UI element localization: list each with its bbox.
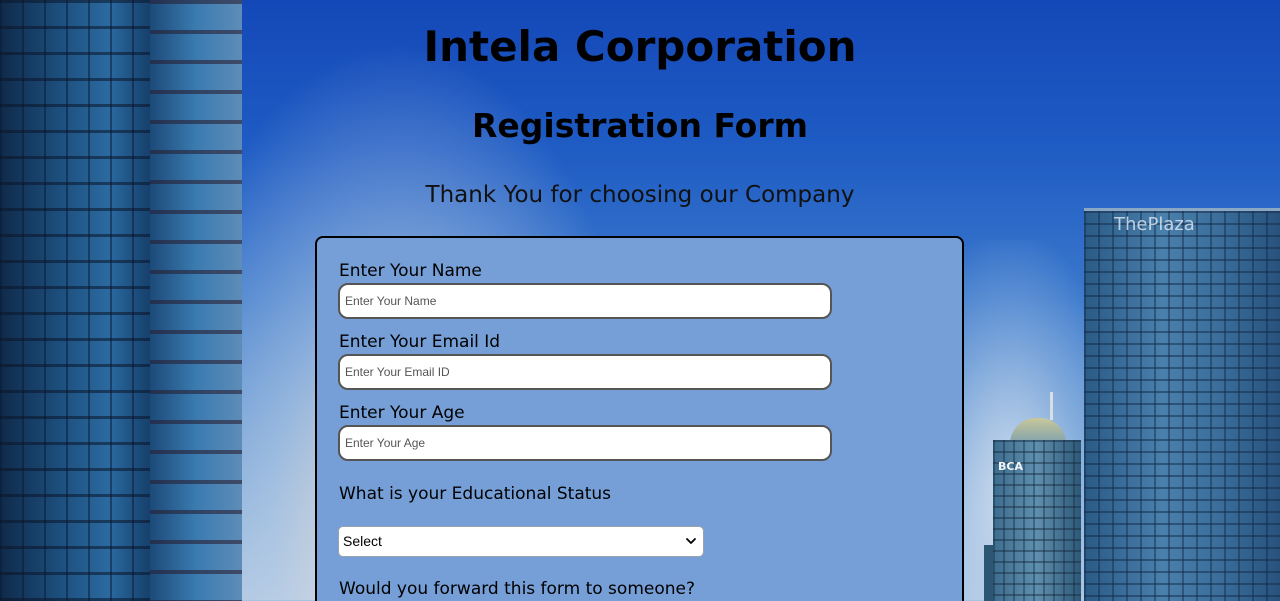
tower-antenna: [1050, 392, 1053, 420]
name-label: Enter Your Name: [339, 261, 482, 281]
tagline: Thank You for choosing our Company: [425, 182, 855, 208]
education-selected-value: Select: [343, 533, 382, 549]
chevron-down-icon: [686, 538, 696, 544]
registration-form: Enter Your Name Enter Your Email Id Ente…: [315, 236, 964, 601]
left-building-facade: [150, 0, 242, 601]
education-label: What is your Educational Status: [339, 484, 612, 504]
age-label: Enter Your Age: [339, 403, 465, 423]
company-title: Intela Corporation: [423, 22, 857, 71]
education-select[interactable]: Select: [338, 526, 704, 557]
email-input[interactable]: [338, 354, 832, 390]
plaza-sign: ThePlaza: [1114, 214, 1195, 235]
form-title: Registration Form: [472, 106, 808, 145]
name-input[interactable]: [338, 283, 832, 319]
tower-sign: BCA: [998, 460, 1023, 473]
forward-label: Would you forward this form to someone?: [339, 579, 695, 599]
age-input[interactable]: [338, 425, 832, 461]
email-label: Enter Your Email Id: [339, 332, 501, 352]
plaza-tower-image: [1084, 208, 1280, 601]
